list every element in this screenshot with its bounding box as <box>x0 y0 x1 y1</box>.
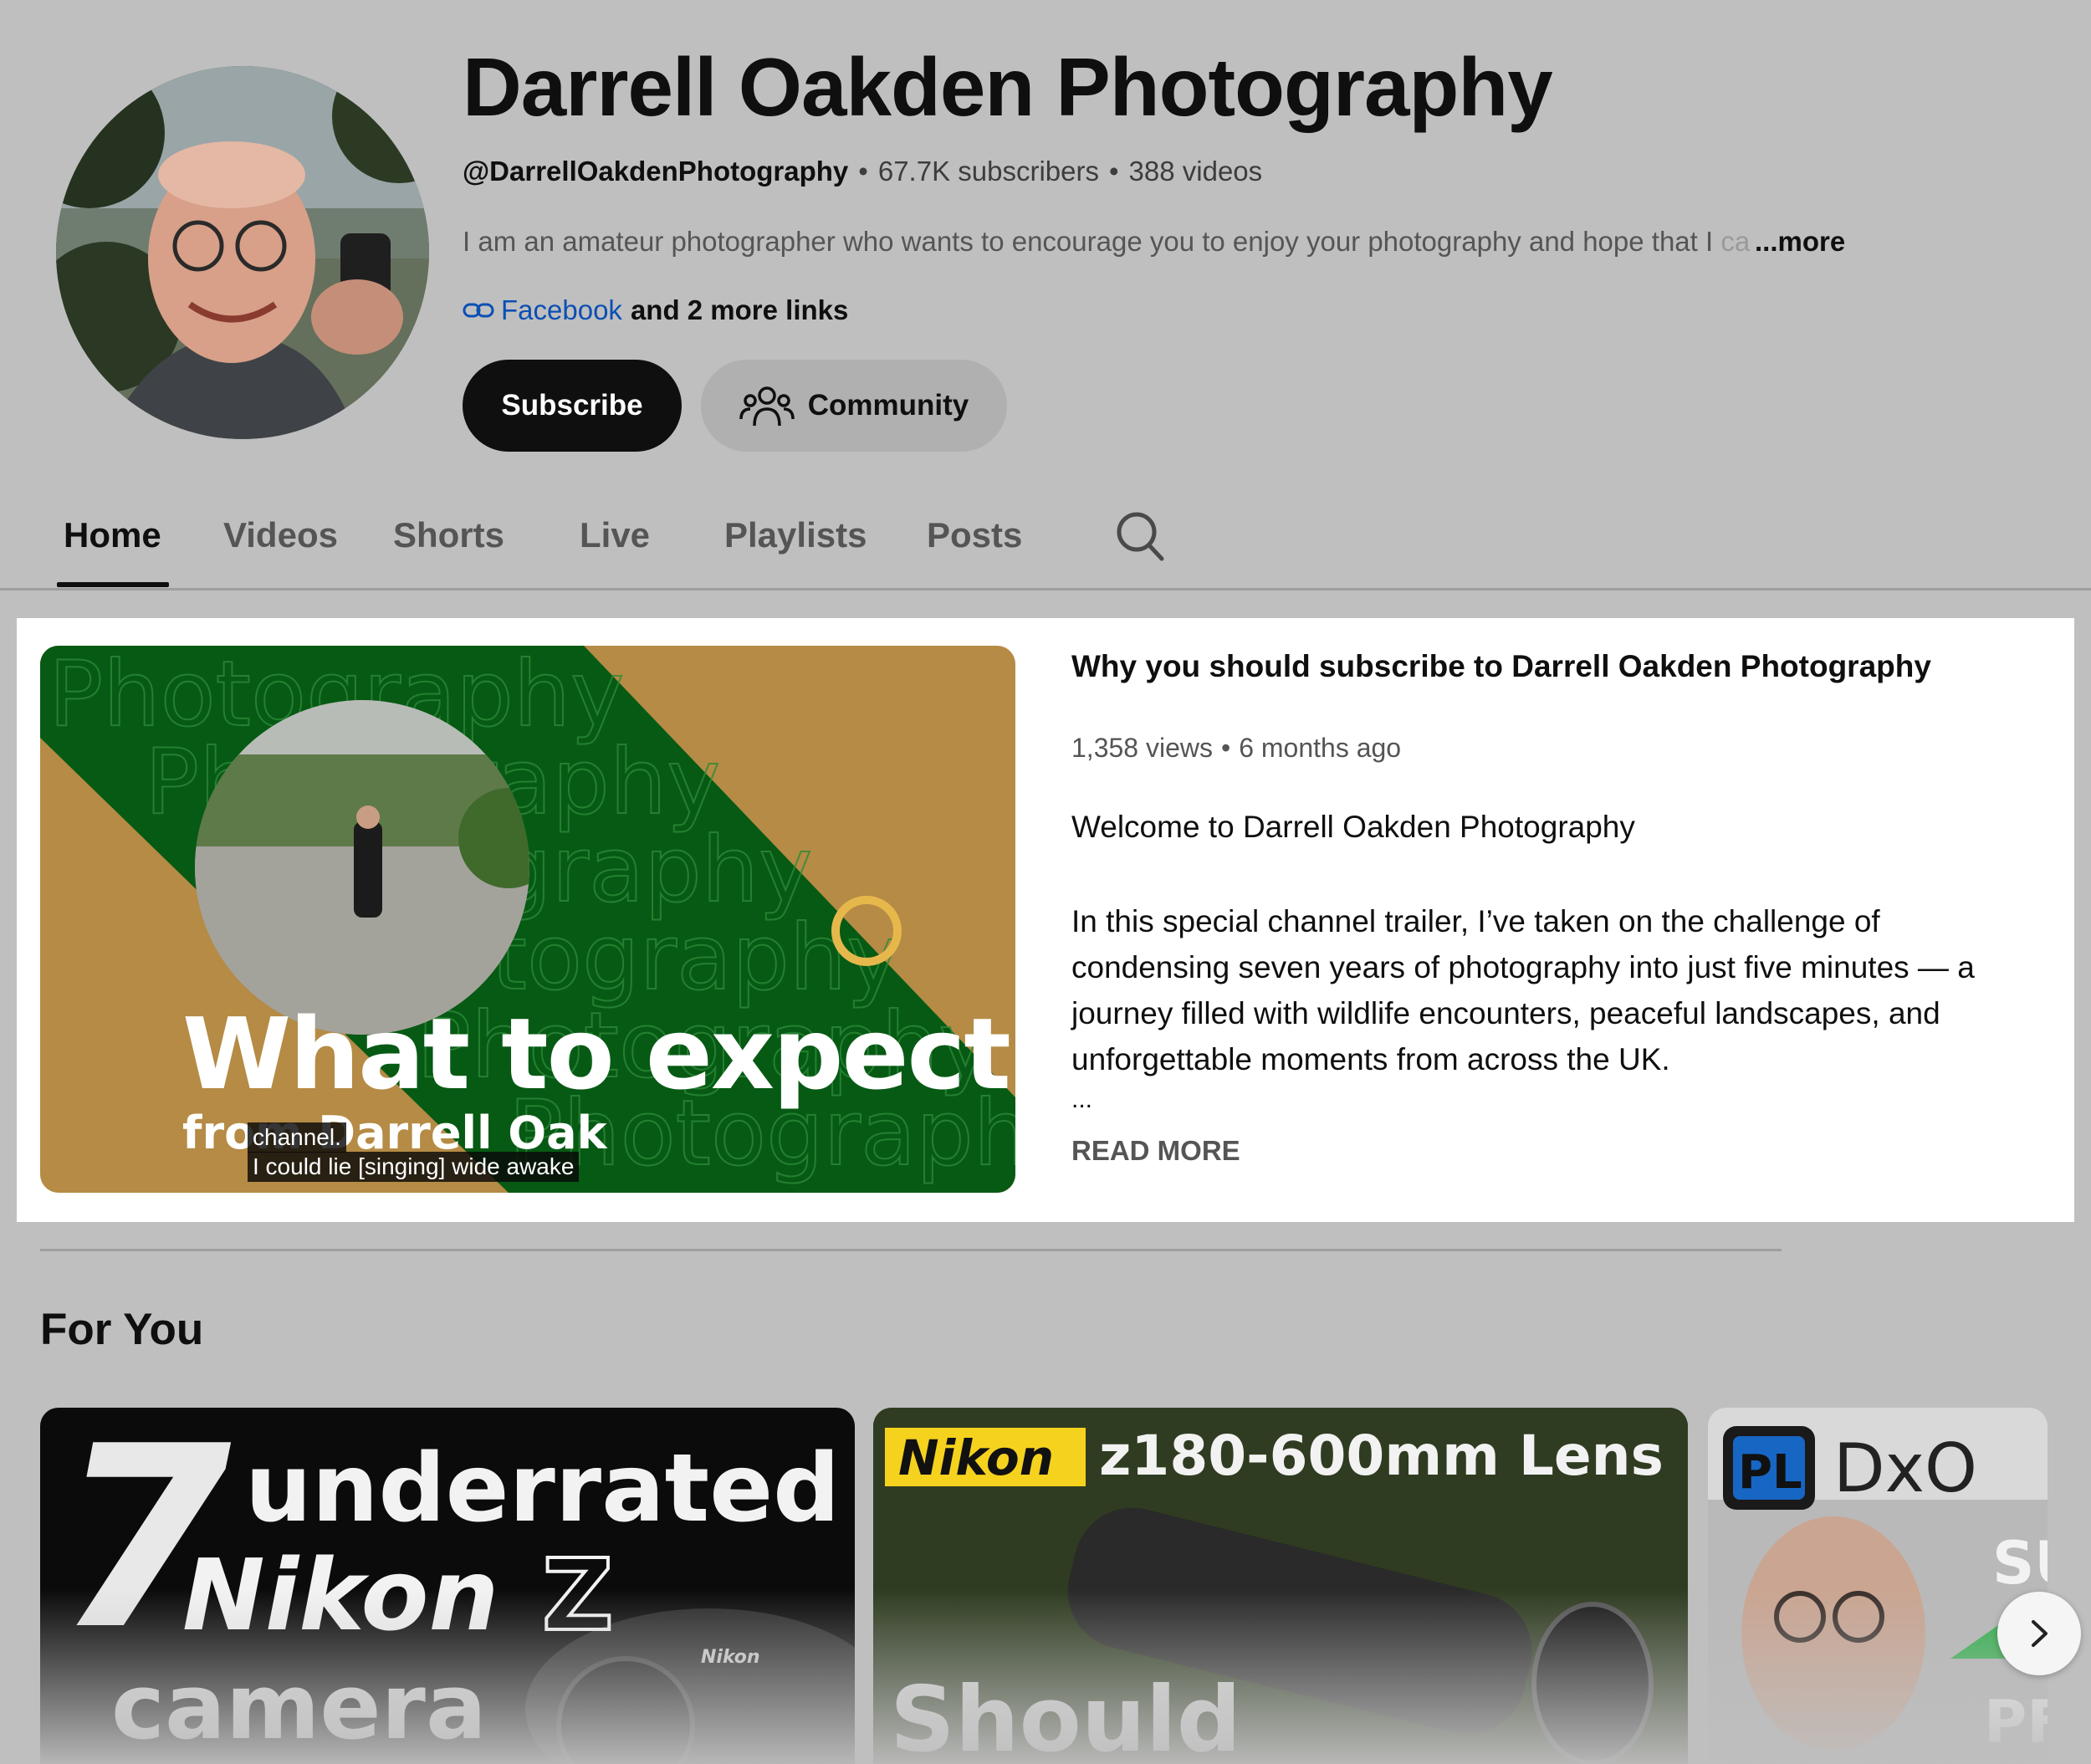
subtitle-caption: channel. <box>248 1122 346 1153</box>
thumb-text: camera <box>111 1655 487 1760</box>
tab-posts[interactable]: Posts <box>927 510 1022 560</box>
video-count: 388 videos <box>1128 156 1263 187</box>
search-icon[interactable] <box>1115 510 1165 564</box>
channel-title: Darrell Oakden Photography <box>463 41 1553 133</box>
channel-meta: @DarrellOakdenPhotography • 67.7K subscrib… <box>463 152 1262 191</box>
featured-video-welcome: Welcome to Darrell Oakden Photography <box>1071 810 1635 844</box>
thumb-text: z180-600mm Lens <box>1099 1424 1664 1488</box>
featured-video-description: In this special channel trailer, I’ve ta… <box>1071 904 1975 1076</box>
thumb-text: PF <box>1984 1688 2048 1756</box>
section-divider <box>40 1249 1782 1251</box>
subscribe-button[interactable]: Subscribe <box>463 360 682 452</box>
upload-age: 6 months ago <box>1239 733 1402 763</box>
shelf-next-button[interactable] <box>1997 1592 2081 1675</box>
video-thumbnail[interactable]: Nikon z180-600mm Lens Should <box>873 1408 1688 1764</box>
tab-videos[interactable]: Videos <box>223 510 338 560</box>
meta-separator: • <box>1220 733 1231 763</box>
thumb-badge: PL <box>1738 1445 1802 1500</box>
thumb-badge: Nikon <box>898 1429 1054 1486</box>
tab-playlists[interactable]: Playlists <box>724 510 867 560</box>
channel-links[interactable]: Facebook and 2 more links <box>463 291 848 330</box>
thumbnail-art: 7 underrated Nikon Z camera Nikon <box>40 1408 855 1764</box>
chevron-right-icon <box>2032 1620 2048 1647</box>
thumb-text: DxO <box>1833 1429 1977 1507</box>
community-label: Community <box>807 389 969 422</box>
for-you-heading: For You <box>40 1305 204 1354</box>
subtitle-caption: I could lie [singing] wide awake <box>248 1152 580 1182</box>
video-thumbnail[interactable]: 7 underrated Nikon Z camera Nikon <box>40 1408 855 1764</box>
tab-home[interactable]: Home <box>64 510 161 560</box>
tab-shorts[interactable]: Shorts <box>393 510 504 560</box>
more-links[interactable]: and 2 more links <box>631 291 848 330</box>
video-thumbnail[interactable]: PL DxO SU PF <box>1708 1408 2048 1764</box>
active-tab-indicator <box>57 582 169 587</box>
channel-description[interactable]: I am an amateur photographer who wants t… <box>463 222 1851 261</box>
meta-separator: • <box>858 156 868 187</box>
featured-video-meta: 1,358 views • 6 months ago <box>1071 729 1401 766</box>
channel-description-fade: ca <box>1720 226 1751 257</box>
channel-handle[interactable]: @DarrellOakdenPhotography <box>463 156 848 187</box>
channel-avatar[interactable] <box>56 66 429 439</box>
link-icon <box>463 303 494 318</box>
featured-video-title[interactable]: Why you should subscribe to Darrell Oakd… <box>1071 646 1931 688</box>
people-icon <box>739 386 795 427</box>
thumb-text: Nikon <box>182 1537 499 1653</box>
subscribe-label: Subscribe <box>501 389 643 422</box>
thumb-text: Should <box>890 1668 1241 1764</box>
trailer-headline: What to expect <box>182 996 1011 1112</box>
channel-tabs: Home Videos Shorts Live Playlists Posts <box>0 493 2091 591</box>
thumbnail-art: Nikon z180-600mm Lens Should <box>873 1408 1688 1764</box>
channel-description-text: I am an amateur photographer who wants t… <box>463 226 1721 257</box>
view-count: 1,358 views <box>1071 733 1213 763</box>
subscriber-count: 67.7K subscribers <box>877 156 1099 187</box>
facebook-link[interactable]: Facebook <box>501 291 622 330</box>
meta-separator: • <box>1108 156 1119 187</box>
thumb-text: SU <box>1992 1529 2048 1598</box>
thumb-text: underrated <box>245 1434 840 1543</box>
tab-live[interactable]: Live <box>580 510 650 560</box>
description-ellipsis: ... <box>1071 1086 1093 1113</box>
avatar-photo <box>56 66 429 439</box>
read-more-button[interactable]: READ MORE <box>1071 1133 1240 1169</box>
thumb-badge: Nikon <box>701 1647 760 1668</box>
thumbnail-art: PL DxO SU PF <box>1708 1408 2048 1764</box>
description-more-link[interactable]: ...more <box>1755 222 1845 261</box>
community-button[interactable]: Community <box>701 360 1007 452</box>
thumb-text: Z <box>542 1537 614 1653</box>
